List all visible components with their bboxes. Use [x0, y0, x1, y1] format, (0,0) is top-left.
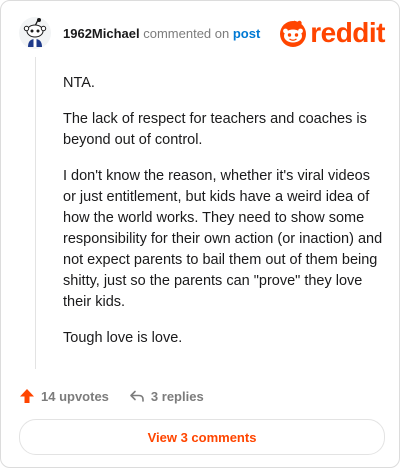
- comment-paragraph: I don't know the reason, whether it's vi…: [63, 168, 383, 310]
- comment-paragraph: Tough love is love.: [63, 330, 183, 346]
- comment-meta: 1962Michael commented on post: [63, 26, 260, 41]
- upvote-button[interactable]: 14 upvotes: [19, 388, 109, 404]
- comment-card: 1962Michael commented on post reddit NTA…: [0, 0, 400, 468]
- reddit-logo[interactable]: reddit: [278, 17, 385, 49]
- comment-actions: 14 upvotes 3 replies: [19, 385, 204, 407]
- reddit-snoo-icon: [280, 20, 307, 47]
- username-link[interactable]: 1962Michael: [63, 26, 140, 41]
- thread-line[interactable]: [35, 57, 36, 369]
- user-avatar-icon[interactable]: [19, 17, 51, 49]
- upvote-count: 14 upvotes: [41, 388, 109, 404]
- comment-paragraph: NTA.: [63, 75, 95, 91]
- action-text: commented on: [143, 26, 230, 41]
- post-link[interactable]: post: [233, 26, 260, 41]
- reply-arrow-icon: [130, 390, 144, 402]
- comment-header: 1962Michael commented on post reddit: [19, 17, 385, 51]
- view-comments-button[interactable]: View 3 comments: [19, 419, 385, 455]
- replies-button[interactable]: 3 replies: [129, 388, 204, 404]
- reddit-wordmark: reddit: [310, 17, 385, 48]
- upvote-arrow-icon: [20, 389, 34, 403]
- comment-body: NTA. The lack of respect for teachers an…: [63, 73, 385, 364]
- comment-paragraph: The lack of respect for teachers and coa…: [63, 111, 367, 148]
- replies-count: 3 replies: [150, 388, 204, 404]
